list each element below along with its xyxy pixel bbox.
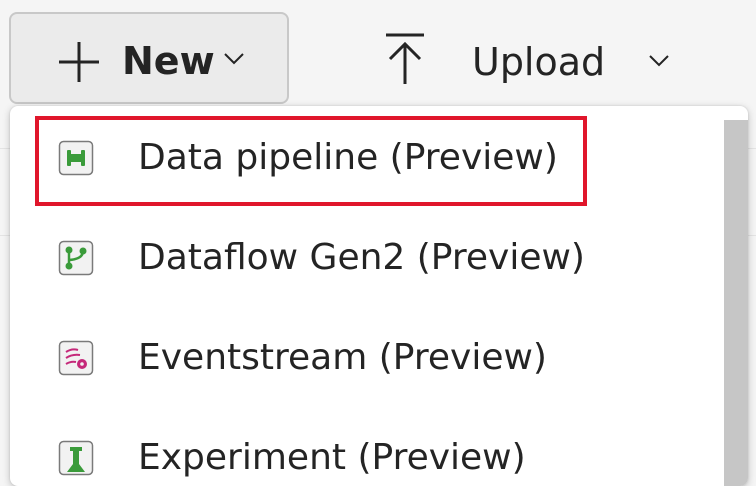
chevron-down-icon — [224, 53, 244, 65]
menu-item-label: Experiment (Preview) — [138, 437, 526, 478]
plus-icon — [59, 42, 99, 82]
chevron-down-icon — [649, 55, 669, 67]
menu-item-label: Dataflow Gen2 (Preview) — [138, 237, 585, 278]
upload-button-label: Upload — [472, 40, 606, 84]
toolbar: New Upload — [0, 0, 756, 112]
upload-icon — [386, 33, 424, 84]
upload-button[interactable]: Upload — [372, 12, 692, 104]
eventstream-icon — [58, 340, 94, 376]
new-item-menu: Data pipeline (Preview) Dataflow Gen2 (P… — [10, 106, 748, 486]
experiment-icon — [58, 440, 94, 476]
menu-item-eventstream[interactable]: Eventstream (Preview) — [10, 310, 710, 410]
menu-item-dataflow-gen2[interactable]: Dataflow Gen2 (Preview) — [10, 210, 710, 310]
new-button[interactable]: New — [9, 12, 289, 104]
new-button-label: New — [122, 39, 215, 83]
dataflow-icon — [58, 240, 94, 276]
highlight-box — [35, 116, 587, 206]
menu-scrollbar[interactable] — [724, 120, 748, 486]
menu-item-label: Eventstream (Preview) — [138, 337, 547, 378]
menu-item-experiment[interactable]: Experiment (Preview) — [10, 410, 710, 486]
